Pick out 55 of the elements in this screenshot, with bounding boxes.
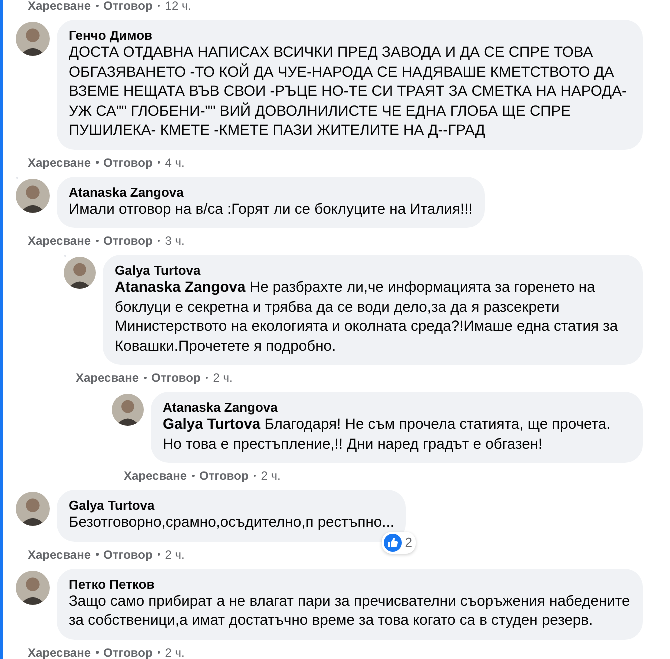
separator-dot bbox=[254, 474, 256, 478]
avatar[interactable] bbox=[64, 257, 96, 289]
timestamp[interactable]: 4 ч. bbox=[165, 156, 185, 170]
avatar[interactable] bbox=[112, 394, 144, 426]
author-name[interactable]: Петко Петков bbox=[69, 576, 631, 592]
comment-text: Galya Turtova Благодаря! Не съм прочела статията, ще прочета. Но това е престъпление,!! Дни наред градът е обгазен! bbox=[163, 416, 612, 454]
reply-link[interactable]: Отговор bbox=[152, 371, 201, 385]
timestamp[interactable]: 2 ч. bbox=[261, 469, 281, 483]
separator-dot bbox=[158, 240, 160, 242]
separator-dot bbox=[158, 651, 160, 654]
separator-dot bbox=[96, 553, 99, 556]
timestamp[interactable]: 2 ч. bbox=[213, 371, 233, 385]
author-name[interactable]: Генчо Димов bbox=[69, 27, 631, 44]
separator-dot bbox=[96, 161, 99, 164]
reply-link[interactable]: Отговор bbox=[104, 234, 153, 248]
separator-dot bbox=[158, 553, 160, 556]
separator-dot bbox=[96, 651, 99, 654]
reaction-count[interactable]: 2 bbox=[382, 532, 416, 554]
separator-dot bbox=[206, 376, 208, 380]
timestamp[interactable]: 3 ч. bbox=[165, 234, 185, 248]
reply-link[interactable]: Отговор bbox=[104, 548, 153, 562]
like-link[interactable]: Харесване bbox=[28, 646, 92, 659]
author-name[interactable]: Atanaska Zangova bbox=[69, 184, 473, 200]
reply-link[interactable]: Отговор bbox=[200, 469, 249, 483]
avatar[interactable] bbox=[16, 492, 50, 526]
comment-text: Безотговорно,срамно,осъдително,п рестъпно... bbox=[69, 514, 394, 533]
avatar[interactable] bbox=[16, 22, 50, 56]
comment-text: Имали отговор на в/са :Горят ли се боклуците на Италия!!! bbox=[69, 200, 473, 220]
like-link[interactable]: Харесване bbox=[28, 548, 92, 562]
author-name[interactable]: Galya Turtova bbox=[115, 262, 631, 279]
like-link[interactable]: Харесване bbox=[28, 0, 92, 13]
like-link[interactable]: Харесване bbox=[76, 371, 140, 385]
separator-dot bbox=[158, 161, 160, 164]
avatar[interactable] bbox=[16, 178, 50, 212]
like-link[interactable]: Харесване bbox=[28, 156, 92, 170]
separator-dot bbox=[144, 376, 147, 380]
separator-dot bbox=[192, 474, 195, 478]
separator-dot bbox=[96, 240, 99, 242]
like-link[interactable]: Харесване bbox=[124, 469, 188, 483]
reply-link[interactable]: Отговор bbox=[104, 0, 153, 13]
comment-text: Защо само прибират а не влагат пари за пречисвателни съоръжения набедените за собственици,а имат достатъчно време за това когато са в студен резерв. bbox=[69, 592, 631, 631]
author-name[interactable]: Galya Turtova bbox=[69, 497, 394, 514]
separator-dot bbox=[96, 4, 99, 8]
reply-link[interactable]: Отговор bbox=[104, 156, 153, 170]
reply-link[interactable]: Отговор bbox=[104, 646, 153, 659]
comment-text: Atanaska Zangova Не разбрахте ли,че информацията за горенето на боклуци е секретна и трябва да се води дело,за да я разсекрети Министерството на екологията и околната среда?!Имаше една статия за Ковашки.Прочетете я подробно. bbox=[115, 279, 620, 356]
separator-dot bbox=[158, 4, 160, 8]
timestamp[interactable]: 2 ч. bbox=[165, 548, 185, 562]
timestamp[interactable]: 12 ч. bbox=[165, 0, 192, 13]
author-name[interactable]: Atanaska Zangova bbox=[163, 399, 631, 416]
timestamp[interactable]: 2 ч. bbox=[165, 646, 185, 659]
like-link[interactable]: Харесване bbox=[28, 234, 92, 248]
like-icon bbox=[384, 534, 402, 552]
avatar[interactable] bbox=[16, 570, 50, 604]
comment-text: ДОСТА ОТДАВНА НАПИСАХ ВСИЧКИ ПРЕД ЗАВОДА И ДА СЕ СПРЕ ТОВА ОБГАЗЯВАНЕТО -ТО КОЙ ДА ЧУЕ-НАРОДА СЕ НАДЯВАШЕ КМЕТСТВОТО ДА ВЗЕМЕ НЕЩАТА ВЪВ СВОИ -РЪЦЕ НО-ТЕ СИ ТРАЯТ ЗА СМЕТКА НА НАРОДА- УЖ СА"" ГЛОБЕНИ-"" ВИЙ ДОВОЛНИЛИСТЕ ЧЕ ЕДНА ГЛОБА ЩЕ СПРЕ ПУШИЛЕКА- КМЕТЕ -КМЕТЕ ПАЗИ ЖИТЕЛИТЕ НА Д--ГРАД bbox=[69, 44, 628, 141]
